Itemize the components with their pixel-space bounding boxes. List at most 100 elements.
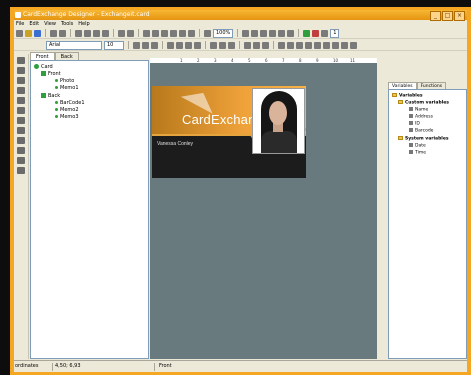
fill-color-icon[interactable] [244,41,251,49]
magstripe-tool-icon[interactable] [17,167,25,174]
layers-icon[interactable] [341,41,348,49]
group-icon[interactable] [161,29,168,37]
undo-icon[interactable] [118,29,125,37]
distribute-icon[interactable] [305,41,312,49]
tab-functions[interactable]: Functions [416,82,447,89]
font-size-select[interactable]: 10 [104,40,124,50]
zoom-select[interactable]: 100% [213,28,234,38]
print-preview-icon[interactable] [59,29,66,37]
tree-barcode1[interactable]: BarCode1 [55,100,85,106]
font-color-icon[interactable] [262,41,269,49]
tab-back[interactable]: Back [54,52,79,60]
print-icon[interactable] [50,29,57,37]
menu-tools[interactable]: Tools [61,20,73,28]
line-color-icon[interactable] [253,41,260,49]
new-icon[interactable] [16,29,23,37]
app-icon [15,12,21,18]
barcode-icon[interactable] [287,29,295,37]
custom-variables-folder[interactable]: Custom variables [398,100,449,107]
rotate-right-icon[interactable] [287,41,294,49]
title-bar: CardExchange Designer - Exchangeit.card … [14,10,467,21]
variable-name[interactable]: Name [409,107,428,114]
pen-tool-icon[interactable] [17,107,25,114]
rectangle-tool-icon[interactable] [17,117,25,124]
grid-icon[interactable] [143,29,150,37]
properties-icon[interactable] [332,41,339,49]
variable-address[interactable]: Address [409,114,433,121]
tree-memo3[interactable]: Memo3 [55,114,79,120]
barcode-tool-icon[interactable] [17,127,25,134]
tab-front[interactable]: Front [30,52,55,60]
align-left-icon[interactable] [167,41,174,49]
menu-help[interactable]: Help [78,20,89,28]
bullet-icon [55,86,58,89]
zoom-tool-icon[interactable] [17,77,25,84]
tree-memo1[interactable]: Memo1 [55,85,79,91]
variable-id[interactable]: ID [409,121,420,128]
menu-edit[interactable]: Edit [29,20,39,28]
card-photo[interactable] [252,88,305,154]
justify-icon[interactable] [194,41,201,49]
tree-back[interactable]: Back [41,93,60,99]
lock-icon[interactable] [323,41,330,49]
rotate-left-icon[interactable] [278,41,285,49]
font-name-select[interactable]: Arial [46,40,102,50]
variables-root[interactable]: Variables [392,93,423,100]
copy-icon[interactable] [84,29,91,37]
send-back-icon[interactable] [188,29,195,37]
align-right-icon[interactable] [185,41,192,49]
text-icon[interactable] [269,29,277,37]
underline-icon[interactable] [151,41,158,49]
system-variables-folder[interactable]: System variables [398,136,449,143]
object-tree: Card Front Photo Memo1 Back BarCode1 Mem… [30,60,149,359]
bring-front-icon[interactable] [179,29,186,37]
signature-tool-icon[interactable] [17,157,25,164]
paste-icon[interactable] [93,29,100,37]
variable-barcode[interactable]: Barcode [409,128,433,135]
image-tool-icon[interactable] [17,97,25,104]
encode-icon[interactable] [312,29,320,37]
lock-tool-icon[interactable] [17,137,25,144]
tab-variables[interactable]: Variables [388,82,417,89]
rectangle-icon[interactable] [242,29,250,37]
bullet-icon [55,115,58,118]
variable-icon [409,121,413,125]
card-holder-name[interactable]: Vanessa Conley [157,141,193,147]
ellipse-icon[interactable] [251,29,259,37]
zoom-icon[interactable] [204,29,211,37]
flip-icon[interactable] [296,41,303,49]
menu-file[interactable]: File [16,20,24,28]
text-tool-icon[interactable] [17,87,25,94]
variable-date[interactable]: Date [409,143,426,150]
size-icon[interactable] [314,41,321,49]
tree-card[interactable]: Card [34,64,53,70]
tree-front[interactable]: Front [41,71,61,77]
align-top-icon[interactable] [210,41,217,49]
align-middle-icon[interactable] [219,41,226,49]
database-icon[interactable] [303,29,311,37]
delete-icon[interactable] [102,29,109,37]
line-icon[interactable] [260,29,268,37]
bold-icon[interactable] [133,41,140,49]
align-center-icon[interactable] [176,41,183,49]
tree-photo[interactable]: Photo [55,78,74,84]
tree-memo2[interactable]: Memo2 [55,107,79,113]
page-select[interactable]: 1 [330,28,340,38]
hand-icon[interactable] [17,67,25,74]
italic-icon[interactable] [142,41,149,49]
open-icon[interactable] [25,29,32,37]
menu-view[interactable]: View [44,20,56,28]
more-icon[interactable] [350,41,357,49]
align-bottom-icon[interactable] [228,41,235,49]
paint-tool-icon[interactable] [17,147,25,154]
window-title: CardExchange Designer - Exchangeit.card [23,11,150,18]
redo-icon[interactable] [127,29,134,37]
snap-icon[interactable] [152,29,159,37]
image-icon[interactable] [278,29,286,37]
ungroup-icon[interactable] [170,29,177,37]
variable-time[interactable]: Time [409,150,426,157]
save-icon[interactable] [34,29,41,37]
cut-icon[interactable] [75,29,82,37]
pointer-icon[interactable] [17,57,25,64]
preview-icon[interactable] [321,29,329,37]
